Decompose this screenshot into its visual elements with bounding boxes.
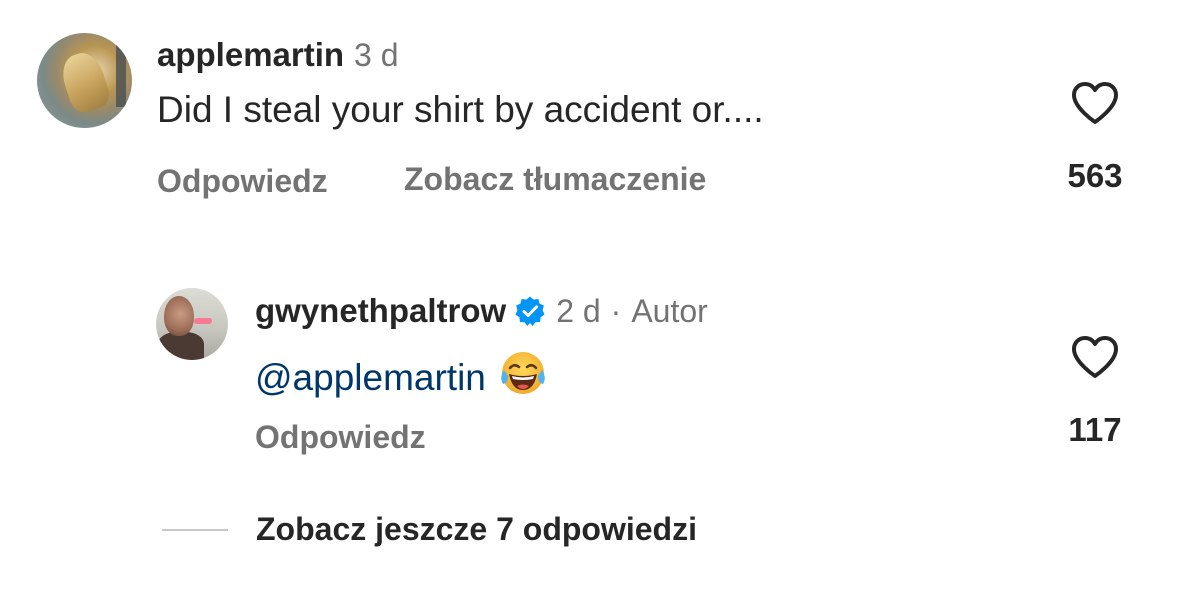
like-count: 117 (1068, 411, 1122, 448)
username[interactable]: gwynethpaltrow (255, 292, 506, 330)
comment-meta: applemartin 3 d (157, 36, 399, 74)
avatar-head (164, 296, 194, 336)
username[interactable]: applemartin (157, 36, 344, 74)
avatar-frame (116, 45, 126, 107)
mention-link[interactable]: @applemartin (255, 357, 486, 398)
reply-button[interactable]: Odpowiedz (255, 419, 426, 456)
avatar[interactable] (37, 33, 132, 128)
timestamp: 2 d (556, 293, 601, 329)
more-replies-divider (162, 529, 228, 531)
timestamp: 3 d (354, 37, 399, 73)
reply-button[interactable]: Odpowiedz (157, 163, 328, 200)
avatar-body (158, 332, 204, 360)
author-label: Autor (631, 293, 708, 329)
comment-text: @applemartin (255, 348, 548, 399)
like-count: 563 (1067, 157, 1123, 194)
view-more-replies-button[interactable]: Zobacz jeszcze 7 odpowiedzi (256, 511, 697, 548)
comment-text: Did I steal your shirt by accident or...… (157, 89, 764, 130)
face-with-tears-of-joy-emoji-icon (501, 352, 545, 394)
avatar-figure (57, 48, 113, 116)
separator-dot: · (610, 293, 622, 329)
comment-meta: gwynethpaltrow 2 d · Autor (255, 292, 708, 330)
verified-badge-icon (515, 296, 545, 326)
see-translation-button[interactable]: Zobacz tłumaczenie (404, 161, 706, 198)
avatar-neon (194, 318, 212, 324)
heart-icon[interactable] (1071, 335, 1119, 379)
avatar[interactable] (156, 288, 228, 360)
heart-icon[interactable] (1071, 81, 1119, 125)
